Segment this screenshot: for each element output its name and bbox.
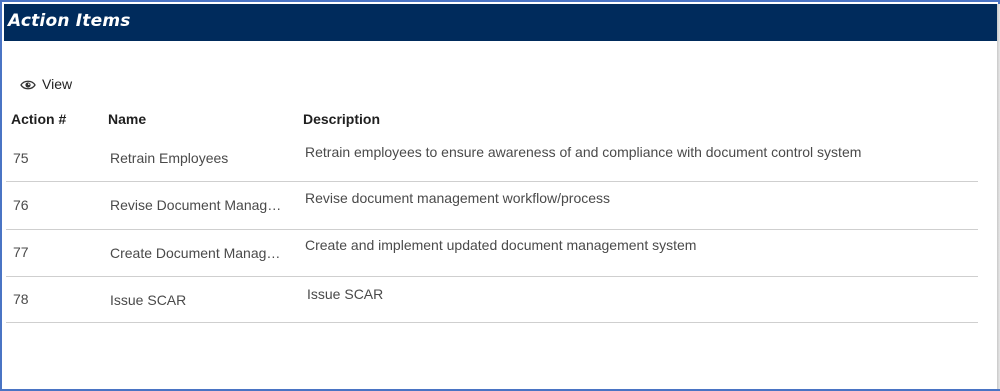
action-number-cell: 77 — [13, 244, 29, 260]
table-row[interactable]: 78 Issue SCAR Issue SCAR — [6, 278, 978, 322]
name-cell: Retrain Employees — [110, 150, 229, 166]
name-cell: Create Document Manage… — [110, 245, 282, 261]
column-header-action-number[interactable]: Action # — [11, 111, 66, 127]
view-button[interactable]: View — [20, 74, 72, 94]
eye-icon — [20, 78, 36, 90]
action-number-cell: 76 — [13, 197, 29, 213]
row-divider — [6, 276, 978, 277]
panel-header: Action Items — [4, 4, 997, 41]
name-cell: Issue SCAR — [110, 292, 187, 308]
action-number-cell: 75 — [13, 150, 29, 166]
description-cell: Issue SCAR — [307, 286, 384, 302]
description-cell: Retrain employees to ensure awareness of… — [305, 144, 862, 160]
description-cell: Create and implement updated document ma… — [305, 237, 697, 253]
table-row[interactable]: 75 Retrain Employees Retrain employees t… — [6, 137, 978, 181]
name-cell: Revise Document Manage… — [110, 197, 282, 213]
row-divider — [6, 181, 978, 182]
description-cell: Revise document management workflow/proc… — [305, 190, 611, 206]
action-number-cell: 78 — [13, 291, 29, 307]
view-button-label: View — [42, 76, 73, 92]
action-items-panel: Action Items View Action # Name Descript… — [0, 0, 1000, 391]
column-header-description[interactable]: Description — [303, 111, 380, 127]
row-divider — [6, 322, 978, 323]
panel-title: Action Items — [8, 11, 131, 31]
table-row[interactable]: 77 Create Document Manage… Create and im… — [6, 231, 978, 276]
column-header-name[interactable]: Name — [108, 111, 146, 127]
table-row[interactable]: 76 Revise Document Manage… Revise docume… — [6, 183, 978, 229]
row-divider — [6, 229, 978, 230]
